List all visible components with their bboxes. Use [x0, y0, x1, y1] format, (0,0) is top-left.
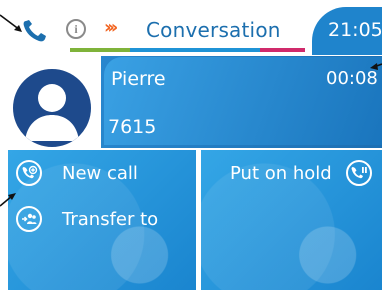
chevrons-icon: ›››: [104, 17, 118, 38]
avatar: [10, 66, 94, 150]
new-call-button[interactable]: New call: [12, 158, 192, 190]
transfer-button[interactable]: Transfer to: [12, 204, 192, 236]
caller-name: Pierre: [111, 68, 166, 90]
header-stripe-green: [70, 48, 130, 52]
transfer-label: Transfer to: [62, 209, 159, 230]
header-stripe-blue: [130, 48, 260, 52]
new-call-icon: [16, 160, 42, 186]
pointer-arrow-icon: [0, 193, 16, 207]
person-icon: [25, 84, 79, 141]
header-stripe-magenta: [260, 48, 305, 52]
new-call-label: New call: [62, 163, 138, 184]
info-icon[interactable]: i: [66, 19, 86, 39]
hold-icon: [346, 160, 372, 186]
pointer-arrow-icon: [370, 63, 382, 70]
caller-number: 7615: [108, 116, 157, 138]
clock-time: 21:05: [328, 19, 382, 41]
page-title: Conversation: [146, 18, 281, 42]
transfer-icon: [16, 206, 42, 232]
hold-label: Put on hold: [230, 163, 332, 184]
pointer-arrow-icon: [0, 14, 22, 32]
hold-button[interactable]: Put on hold: [226, 158, 382, 190]
